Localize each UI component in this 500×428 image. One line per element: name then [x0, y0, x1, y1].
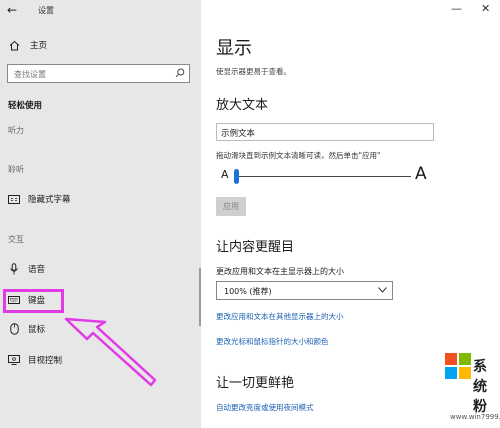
enlarge-text-heading: 放大文本 [216, 98, 269, 113]
watermark-url: www.win7999.com [450, 413, 500, 421]
chevron-down-icon [378, 286, 387, 295]
minimize-button[interactable]: — [451, 2, 462, 15]
sidebar-item-closed-captions[interactable]: 隐藏式字幕 [8, 193, 71, 205]
sidebar-item-speech[interactable]: 语音 [8, 263, 45, 275]
sidebar: ← 设置 主页 轻松使用 听力 聆听 隐藏式字幕 交互 语音 键盘 [0, 0, 201, 428]
slider-hint: 拖动滑块直到示例文本清晰可读，然后单击"应用" [216, 151, 381, 160]
mouse-icon [8, 323, 20, 335]
scale-dropdown-value: 100% (推荐) [224, 287, 272, 296]
sidebar-item-eye-control[interactable]: 目视控制 [8, 354, 62, 366]
group-label-vision: 听力 [8, 126, 24, 135]
windows-logo-watermark [445, 353, 472, 381]
window-title: 设置 [38, 6, 54, 15]
small-a-label: A [221, 168, 229, 181]
search-icon[interactable] [175, 68, 185, 81]
sidebar-home-label: 主页 [30, 41, 48, 51]
sidebar-item-label: 目视控制 [28, 356, 63, 366]
link-brightness[interactable]: 自动更改亮度或使用夜间模式 [216, 402, 314, 413]
home-icon [8, 39, 20, 51]
group-label-interaction: 交互 [8, 235, 24, 244]
text-size-slider-thumb[interactable] [234, 169, 239, 184]
closed-captions-icon [8, 193, 20, 205]
sidebar-item-label: 鼠标 [28, 325, 46, 335]
link-other-displays[interactable]: 更改应用和文本在其他显示器上的大小 [216, 311, 344, 322]
scale-dropdown[interactable]: 100% (推荐) [216, 281, 393, 300]
sidebar-item-label: 语音 [28, 265, 46, 275]
eye-control-icon [8, 354, 20, 366]
link-pointer-size[interactable]: 更改光标和鼠标指针的大小和颜色 [216, 336, 329, 347]
group-label-hearing: 聆听 [8, 165, 24, 174]
page-description: 使显示器更易于查看。 [216, 67, 291, 76]
text-size-slider-track[interactable] [237, 176, 411, 177]
sample-text-box: 示例文本 [216, 123, 434, 141]
apply-button[interactable]: 应用 [216, 197, 246, 216]
sidebar-item-home[interactable]: 主页 [8, 39, 47, 51]
page-title: 显示 [216, 38, 252, 59]
microphone-icon [8, 263, 20, 275]
large-a-label: A [415, 164, 427, 184]
watermark-text: 系统粉 [473, 359, 487, 415]
sidebar-item-mouse[interactable]: 鼠标 [8, 323, 45, 335]
search-box[interactable] [7, 64, 190, 83]
vivid-heading: 让一切更鲜艳 [216, 376, 295, 391]
search-input[interactable] [14, 67, 174, 81]
sidebar-item-label: 隐藏式字幕 [28, 195, 71, 205]
back-arrow-icon[interactable]: ← [7, 3, 17, 17]
bright-content-heading: 让内容更醒目 [216, 240, 295, 255]
section-title: 轻松使用 [8, 101, 43, 111]
highlight-box [3, 289, 64, 313]
close-button[interactable]: ✕ [481, 2, 490, 15]
scale-label: 更改应用和文本在主显示器上的大小 [216, 267, 344, 276]
